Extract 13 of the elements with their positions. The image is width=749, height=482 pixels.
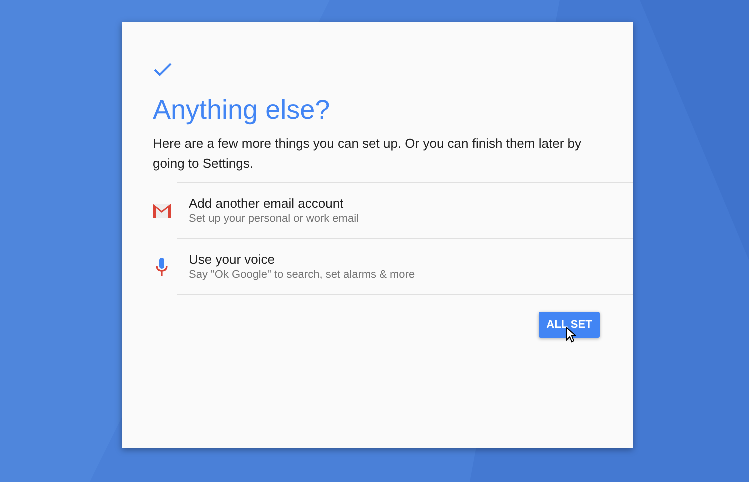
all-set-button[interactable]: ALL SET	[539, 312, 600, 338]
microphone-icon	[156, 258, 168, 276]
cursor-icon	[566, 327, 576, 343]
option-title: Add another email account	[189, 194, 345, 212]
checkmark-icon	[153, 62, 173, 78]
envelope-icon	[153, 204, 171, 218]
option-title: Use your voice	[189, 250, 276, 268]
option-item[interactable]: Use your voice Say "Ok Google" to search, set alarms & more	[177, 239, 633, 295]
dialog-title: Anything else?	[153, 94, 332, 126]
option-subtitle: Say "Ok Google" to search, set alarms & more	[189, 268, 416, 282]
description: Here are a few more things you can set up. Or you can finish them later by going to Settings.	[153, 135, 582, 173]
option-subtitle: Set up your personal or work email	[189, 212, 359, 226]
option-item[interactable]: Add another email account Set up your personal or work email	[177, 183, 633, 239]
